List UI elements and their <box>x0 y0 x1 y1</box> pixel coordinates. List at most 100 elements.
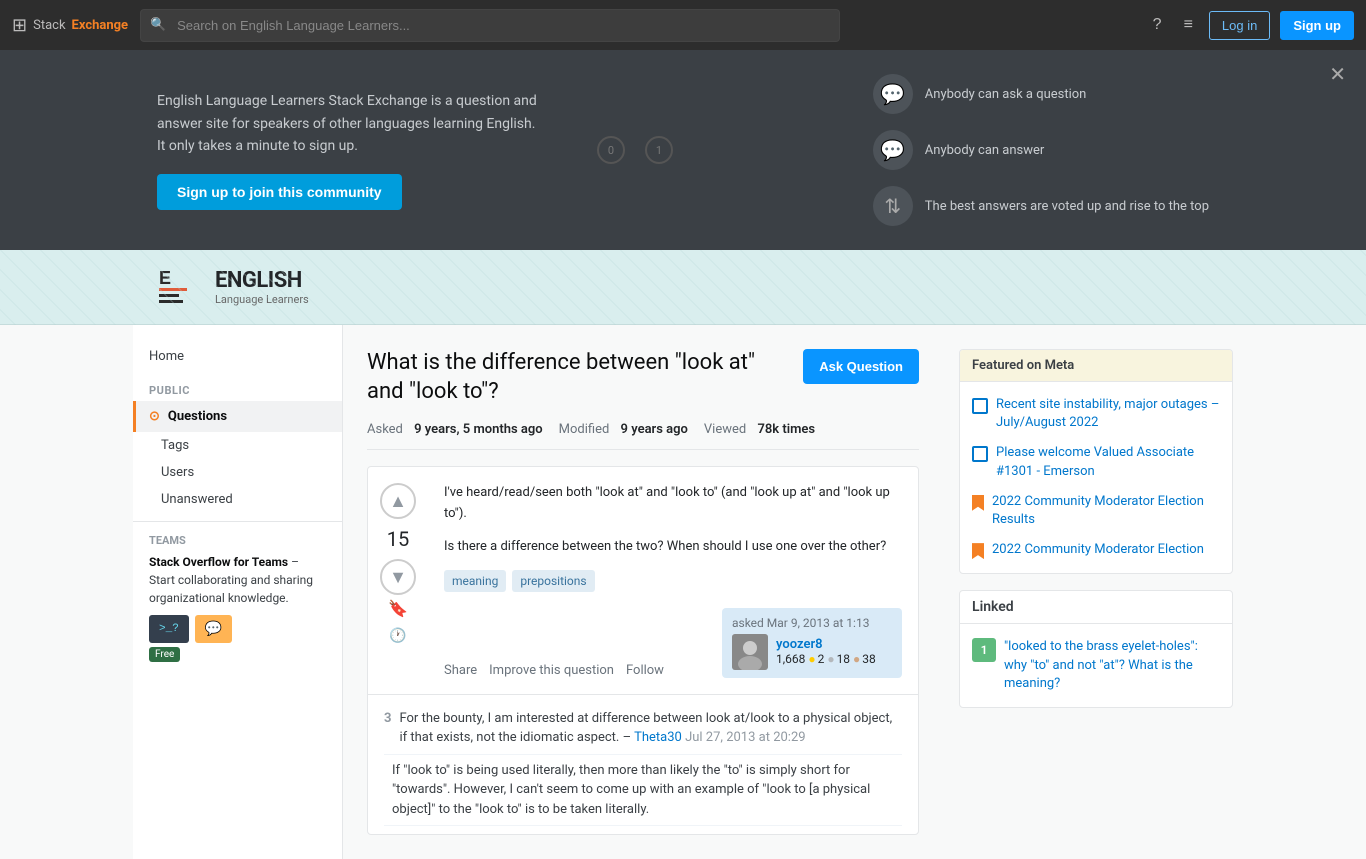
site-logo-topbar[interactable]: ⊞ StackExchange <box>12 15 128 36</box>
teams-chat-symbol: 💬 <box>205 621 222 637</box>
comment-vote-1[interactable]: 3 <box>384 709 391 748</box>
comment-2: If "look to" is being used literally, th… <box>384 755 902 827</box>
site-header-wrapper: Ε ENGLISH Language Learners <box>0 250 1366 325</box>
featured-item-2[interactable]: Please welcome Valued Associate #1301 - … <box>960 438 1232 486</box>
rep-value: 1,668 <box>776 652 805 666</box>
featured-item-1[interactable]: Recent site instability, major outages –… <box>960 390 1232 438</box>
featured-item-4[interactable]: 2022 Community Moderator Election <box>960 535 1232 565</box>
question-inner: ▲ 15 ▼ 🔖 🕐 I've heard/read/seen both "lo… <box>368 467 918 693</box>
teams-icons-row: >_? 💬 <box>149 615 326 643</box>
sidebar-item-unanswered[interactable]: Unanswered <box>133 486 342 513</box>
modified-meta: Modified 9 years ago <box>559 422 688 437</box>
comment-text-1: For the bounty, I am interested at diffe… <box>399 709 902 748</box>
vote-icon: ⇅ <box>873 186 913 226</box>
answer-icon: 💬 <box>873 130 913 170</box>
signup-button[interactable]: Sign up <box>1280 11 1354 40</box>
hero-feature-vote: ⇅ The best answers are voted up and rise… <box>873 186 1209 226</box>
question-actions: Share Improve this question Follow <box>444 663 664 678</box>
bookmark-button[interactable]: 🔖 <box>388 599 408 619</box>
featured-text-2: Please welcome Valued Associate #1301 - … <box>996 444 1220 480</box>
teams-chat-icon: 💬 <box>195 615 232 643</box>
login-button[interactable]: Log in <box>1209 11 1270 40</box>
featured-item-3[interactable]: 2022 Community Moderator Election Result… <box>960 487 1232 535</box>
help-icon-button[interactable]: ? <box>1147 10 1168 40</box>
linked-header: Linked <box>960 591 1232 624</box>
hero-dots: 0 1 <box>597 136 673 164</box>
user-name[interactable]: yoozer8 <box>776 637 876 652</box>
vote-column: ▲ 15 ▼ 🔖 🕐 <box>368 467 428 693</box>
featured-bookmark-4 <box>972 543 984 559</box>
sidebar-item-users[interactable]: Users <box>133 459 342 486</box>
comment-time-1: Jul 27, 2013 at 20:29 <box>685 730 806 745</box>
tag-prepositions[interactable]: prepositions <box>512 570 594 592</box>
teams-heading: Stack Overflow for Teams <box>149 555 288 569</box>
question-header: What is the difference between "look at"… <box>367 349 919 406</box>
linked-count-1: 1 <box>972 638 996 662</box>
logo-stack-text: Stack <box>33 18 65 33</box>
featured-icon-2 <box>972 446 988 462</box>
user-info: yoozer8 1,668 2 18 38 <box>732 634 892 670</box>
asked-meta: Asked 9 years, 5 months ago <box>367 422 543 437</box>
hero-features: 💬 Anybody can ask a question 💬 Anybody c… <box>873 74 1209 226</box>
questions-icon: ⊙ <box>149 409 160 424</box>
vote-down-button[interactable]: ▼ <box>380 559 416 595</box>
sidebar-item-questions[interactable]: ⊙ Questions <box>133 401 342 432</box>
featured-meta-body: Recent site instability, major outages –… <box>960 382 1232 573</box>
vote-up-button[interactable]: ▲ <box>380 483 416 519</box>
teams-description: Stack Overflow for Teams – Start collabo… <box>149 553 326 607</box>
inbox-icon-button[interactable]: ≡ <box>1178 10 1199 40</box>
hero-description: English Language Learners Stack Exchange… <box>157 90 537 157</box>
tag-meaning[interactable]: meaning <box>444 570 506 592</box>
silver-badge: 18 <box>827 652 850 666</box>
search-input[interactable] <box>140 9 840 42</box>
home-label: Home <box>149 349 184 364</box>
hero-close-button[interactable]: ✕ <box>1329 62 1346 87</box>
sidebar-item-tags[interactable]: Tags <box>133 432 342 459</box>
user-card: asked Mar 9, 2013 at 1:13 <box>722 608 902 678</box>
vote-feature-text: The best answers are voted up and rise t… <box>925 199 1209 214</box>
topbar: ⊞ StackExchange 🔍 ? ≡ Log in Sign up <box>0 0 1366 50</box>
topbar-right: ? ≡ Log in Sign up <box>1147 10 1354 40</box>
comment-section: 3 For the bounty, I am interested at dif… <box>368 694 918 835</box>
improve-link[interactable]: Improve this question <box>489 663 614 678</box>
linked-item-1: 1 "looked to the brass eyelet-holes": wh… <box>960 632 1232 699</box>
featured-text-1: Recent site instability, major outages –… <box>996 396 1220 432</box>
featured-text-4: 2022 Community Moderator Election <box>992 541 1204 559</box>
sidebar-item-home[interactable]: Home <box>133 341 342 372</box>
user-avatar <box>732 634 768 670</box>
comment-1: 3 For the bounty, I am interested at dif… <box>384 703 902 755</box>
avatar-image <box>732 634 768 670</box>
featured-bookmark-3 <box>972 495 984 511</box>
search-bar: 🔍 <box>140 9 840 42</box>
vote-count: 15 <box>387 523 409 555</box>
teams-free-badge: Free <box>149 647 180 662</box>
modified-label: Modified <box>559 422 610 437</box>
share-link[interactable]: Share <box>444 663 477 678</box>
viewed-label: Viewed <box>704 422 746 437</box>
user-card-header: asked Mar 9, 2013 at 1:13 <box>732 616 892 630</box>
left-sidebar: Home PUBLIC ⊙ Questions Tags Users Unans… <box>133 325 343 859</box>
hero-banner: English Language Learners Stack Exchange… <box>0 50 1366 250</box>
logo-exchange-text: Exchange <box>72 18 129 33</box>
answer-feature-text: Anybody can answer <box>925 143 1045 158</box>
linked-widget: Linked 1 "looked to the brass eyelet-hol… <box>959 590 1233 708</box>
comment-user-1[interactable]: Theta30 <box>634 730 682 745</box>
dot-2: 1 <box>645 136 673 164</box>
ask-feature-text: Anybody can ask a question <box>925 87 1087 102</box>
modified-value: 9 years ago <box>621 422 688 437</box>
ask-question-button[interactable]: Ask Question <box>803 349 919 384</box>
question-title: What is the difference between "look at"… <box>367 349 787 406</box>
vote-history-button[interactable]: 🕐 <box>385 623 410 648</box>
teams-cli-text: >_? <box>159 623 179 635</box>
follow-link[interactable]: Follow <box>626 663 664 678</box>
linked-text-1[interactable]: "looked to the brass eyelet-holes": why … <box>1004 638 1220 693</box>
dot-1: 0 <box>597 136 625 164</box>
user-details: yoozer8 1,668 2 18 38 <box>776 637 876 666</box>
public-section-label: PUBLIC <box>133 372 342 401</box>
featured-meta-header: Featured on Meta <box>960 350 1232 382</box>
asked-value: 9 years, 5 months ago <box>414 422 543 437</box>
teams-cli-icon: >_? <box>149 615 189 643</box>
search-icon: 🔍 <box>150 18 166 33</box>
comment-text-2: If "look to" is being used literally, th… <box>392 761 902 820</box>
join-community-button[interactable]: Sign up to join this community <box>157 174 402 210</box>
